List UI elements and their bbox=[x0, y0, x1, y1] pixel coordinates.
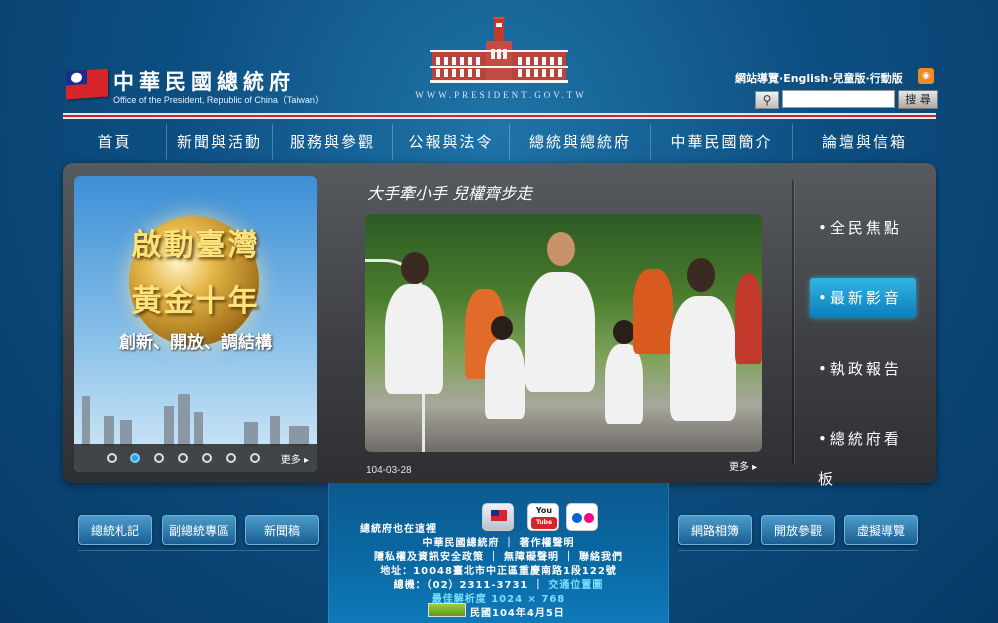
carousel-dot[interactable] bbox=[226, 453, 236, 463]
search-input[interactable] bbox=[782, 90, 895, 108]
person-figure bbox=[605, 344, 643, 424]
news-date: 104-03-28 bbox=[366, 465, 412, 476]
carousel-dot[interactable] bbox=[178, 453, 188, 463]
side-menu-report[interactable]: •執政報告 bbox=[810, 349, 916, 389]
side-menu-latest-video[interactable]: •最新影音 bbox=[810, 278, 916, 318]
carousel-controls: 更多 ▸ bbox=[74, 444, 317, 472]
youtube-icon[interactable]: Tube You bbox=[527, 503, 559, 531]
person-figure bbox=[485, 339, 525, 419]
carousel-dot[interactable] bbox=[202, 453, 212, 463]
person-figure bbox=[633, 269, 673, 354]
footer-policy-links[interactable]: 隱私權及資訊安全政策 ｜ 無障礙聲明 ｜ 聯絡我們 bbox=[328, 548, 669, 563]
person-head bbox=[687, 258, 715, 292]
promo-more-link[interactable]: 更多 ▸ bbox=[281, 451, 309, 466]
footer-divider-left bbox=[78, 550, 320, 551]
site-subtitle: Office of the President, Republic of Chi… bbox=[113, 95, 324, 105]
president-notes-button[interactable]: 總統札記 bbox=[78, 515, 152, 545]
promo-banner[interactable]: 啟動臺灣 黃金十年 創新、開放、調結構 更多 ▸ bbox=[74, 176, 317, 472]
rss-icon[interactable]: ◉ bbox=[918, 68, 934, 84]
nav-president[interactable]: 總統與總統府 bbox=[510, 124, 651, 160]
site-title[interactable]: 中華民國總統府 bbox=[113, 66, 295, 96]
header-divider bbox=[63, 113, 936, 119]
city-skyline-image bbox=[82, 394, 309, 446]
top-links: 網站導覽·English·兒童版·行動版 bbox=[735, 72, 903, 85]
english-link[interactable]: English bbox=[783, 72, 828, 85]
main-nav: 首頁 新聞與活動 服務與參觀 公報與法令 總統與總統府 中華民國簡介 論壇與信箱 bbox=[63, 124, 936, 160]
side-menu-board[interactable]: •總統府看板 bbox=[810, 419, 916, 488]
site-url: WWW.PRESIDENT.GOV.TW bbox=[415, 90, 587, 100]
footer-address: 地址：10048臺北市中正區重慶南路1段122號 bbox=[380, 566, 617, 577]
nav-services[interactable]: 服務與參觀 bbox=[273, 124, 393, 160]
footer-social-label: 總統府也在這裡 bbox=[360, 524, 437, 535]
mobile-link[interactable]: 行動版 bbox=[870, 72, 903, 85]
carousel-dot[interactable] bbox=[107, 453, 117, 463]
carousel-dot[interactable] bbox=[250, 453, 260, 463]
footer-phone-line: 總機：（02）2311-3731 ｜ 交通位置圖 bbox=[328, 576, 669, 591]
flickr-icon[interactable] bbox=[566, 503, 598, 531]
open-visit-button[interactable]: 開放參觀 bbox=[761, 515, 835, 545]
person-head bbox=[491, 316, 513, 340]
news-more-link[interactable]: 更多 ▸ bbox=[729, 458, 757, 473]
person-head bbox=[401, 252, 429, 284]
roc-flag-icon bbox=[66, 68, 108, 100]
side-menu-focus[interactable]: •全民焦點 bbox=[810, 208, 916, 248]
person-figure bbox=[385, 284, 443, 394]
nav-home[interactable]: 首頁 bbox=[63, 124, 167, 160]
footer-divider-right bbox=[678, 550, 918, 551]
sitemap-link[interactable]: 網站導覽 bbox=[735, 72, 779, 85]
nav-forum[interactable]: 論壇與信箱 bbox=[793, 124, 936, 160]
person-figure bbox=[735, 274, 762, 364]
promo-line-3: 創新、開放、調結構 bbox=[119, 333, 272, 353]
footer-date: 民國104年4月5日 bbox=[470, 608, 565, 619]
search-button[interactable]: 搜 尋 bbox=[898, 90, 938, 109]
nav-gazette[interactable]: 公報與法令 bbox=[393, 124, 510, 160]
virtual-tour-button[interactable]: 虛擬導覽 bbox=[844, 515, 918, 545]
press-release-button[interactable]: 新聞稿 bbox=[245, 515, 319, 545]
person-head bbox=[613, 320, 635, 344]
header: 中華民國總統府 Office of the President, Republi… bbox=[0, 0, 998, 119]
footer-resolution: 最佳解析度 1024 × 768 bbox=[431, 594, 566, 605]
search-icon: ⚲ bbox=[755, 91, 779, 109]
accessibility-badge-icon[interactable] bbox=[428, 603, 466, 617]
footer-copyright[interactable]: 中華民國總統府 ｜ 著作權聲明 bbox=[328, 534, 669, 549]
person-head bbox=[547, 232, 575, 266]
kids-link[interactable]: 兒童版 bbox=[833, 72, 866, 85]
vice-president-button[interactable]: 副總統專區 bbox=[162, 515, 236, 545]
carousel-dot-active[interactable] bbox=[130, 453, 140, 463]
photo-album-button[interactable]: 網路相簿 bbox=[678, 515, 752, 545]
promo-line-1: 啟動臺灣 bbox=[131, 228, 260, 263]
nav-roc-intro[interactable]: 中華民國簡介 bbox=[651, 124, 793, 160]
person-figure bbox=[525, 272, 595, 392]
promo-line-2: 黃金十年 bbox=[131, 284, 260, 319]
person-figure bbox=[670, 296, 736, 421]
presidential-building-logo[interactable] bbox=[428, 17, 570, 85]
side-menu-divider bbox=[792, 180, 794, 465]
news-photo[interactable] bbox=[365, 214, 762, 452]
carousel-dot[interactable] bbox=[154, 453, 164, 463]
news-headline[interactable]: 大手牽小手 兒權齊步走 bbox=[367, 180, 532, 204]
nav-news[interactable]: 新聞與活動 bbox=[167, 124, 273, 160]
